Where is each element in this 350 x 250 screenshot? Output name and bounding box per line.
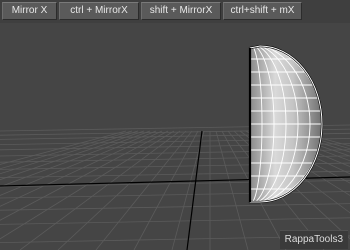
grid-line	[0, 203, 350, 211]
grid-line	[0, 217, 350, 225]
z-axis-line	[186, 130, 203, 250]
mirror-x-button[interactable]: Mirror X	[2, 2, 57, 20]
ctrl-mirror-x-button[interactable]: ctrl + MirrorX	[59, 2, 139, 20]
toolbar: Mirror X ctrl + MirrorX shift + MirrorX …	[0, 0, 350, 23]
grid-line	[0, 130, 169, 221]
shift-mirror-x-button[interactable]: shift + MirrorX	[141, 2, 221, 20]
rappatools-label: RappaTools3	[279, 230, 348, 249]
grid-line	[0, 130, 175, 240]
grid-line	[57, 130, 187, 250]
ctrl-shift-mirror-x-button[interactable]: ctrl+shift + mX	[223, 2, 302, 20]
half-sphere-mesh[interactable]	[178, 44, 330, 204]
3d-viewport[interactable]	[0, 23, 350, 250]
